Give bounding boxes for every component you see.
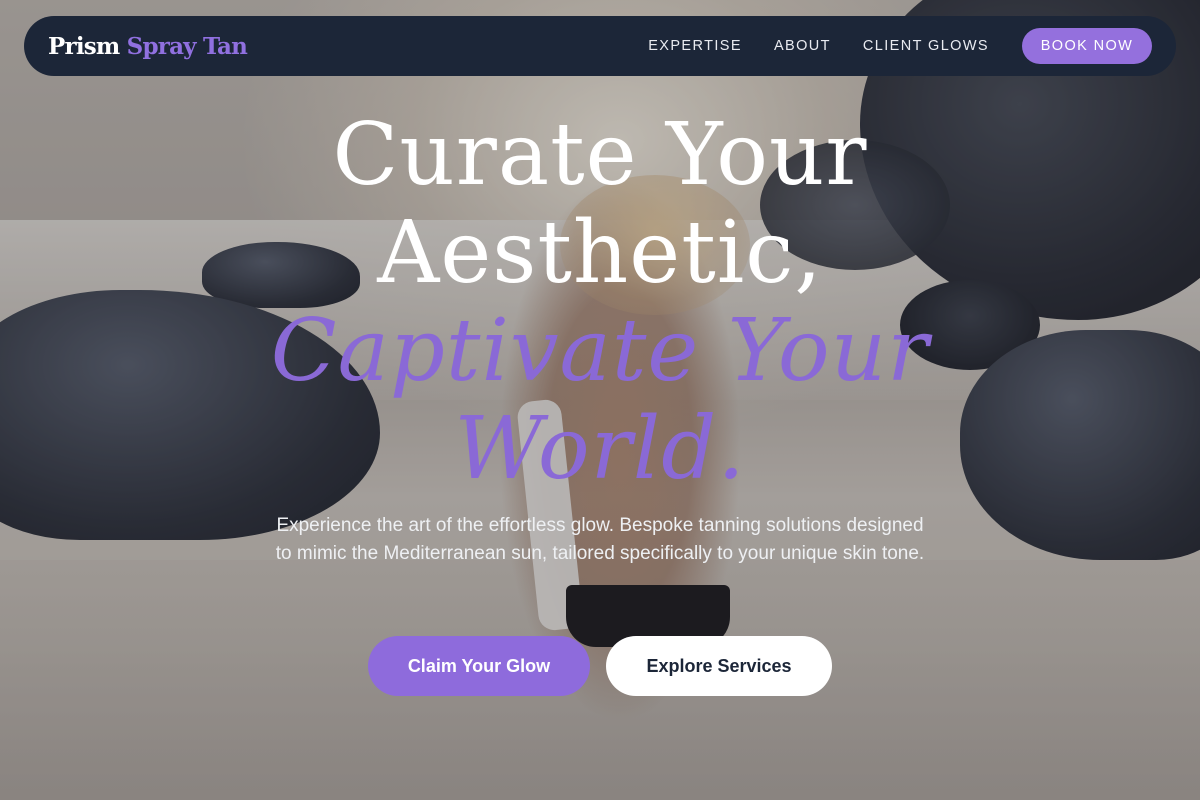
book-now-button[interactable]: BOOK NOW	[1022, 28, 1152, 64]
brand-name: Prism	[48, 32, 120, 60]
brand-logo[interactable]: Prism Spray Tan	[48, 32, 248, 60]
claim-your-glow-button[interactable]: Claim Your Glow	[368, 636, 590, 696]
nav-link-about[interactable]: ABOUT	[774, 38, 831, 54]
hero-cta-group: Claim Your Glow Explore Services	[0, 636, 1200, 696]
hero-description: Experience the art of the effortless glo…	[275, 515, 925, 564]
top-navigation: Prism Spray Tan EXPERTISE ABOUT CLIENT G…	[24, 16, 1176, 76]
hero-headline: Curate Your Aesthetic, Captivate Your Wo…	[0, 106, 1200, 498]
nav-link-expertise[interactable]: EXPERTISE	[648, 38, 742, 54]
headline-line: Curate Your	[332, 105, 868, 205]
headline-accent-line: World.	[454, 399, 746, 499]
brand-accent: Spray Tan	[126, 32, 248, 60]
headline-accent-line: Captivate Your	[270, 301, 930, 401]
nav-link-client-glows[interactable]: CLIENT GLOWS	[863, 38, 989, 54]
explore-services-button[interactable]: Explore Services	[606, 636, 832, 696]
nav-links: EXPERTISE ABOUT CLIENT GLOWS	[648, 38, 989, 54]
headline-line: Aesthetic,	[377, 203, 823, 303]
